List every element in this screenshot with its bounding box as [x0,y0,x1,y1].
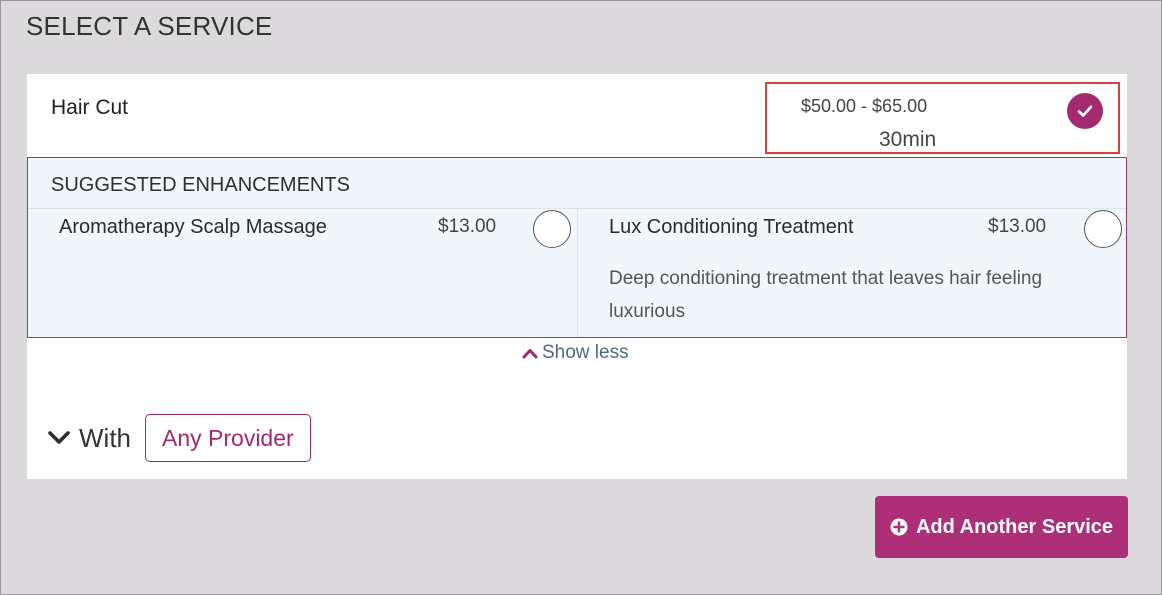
service-duration: 30min [879,128,937,151]
enhancement-description: Deep conditioning treatment that leaves … [609,268,1043,322]
suggested-enhancements-panel: SUGGESTED ENHANCEMENTS Aromatherapy Scal… [27,157,1127,338]
with-label: With [79,422,131,453]
add-another-service-label: Add Another Service [915,515,1114,538]
chevron-down-icon[interactable] [47,429,71,447]
chevron-up-icon [522,349,538,359]
enhancement-price: $13.00 [988,216,1047,237]
any-provider-button[interactable]: Any Provider [145,414,311,462]
enhancement-name: Lux Conditioning Treatment [609,216,854,238]
enhancements-column-divider [577,209,578,337]
provider-row: With Any Provider [47,414,311,462]
add-another-service-button[interactable]: Add Another Service [875,496,1128,558]
show-less-label: Show less [542,342,629,363]
service-selected-checkbox[interactable] [1067,93,1103,129]
enhancement-select-radio[interactable] [533,210,571,248]
plus-circle-icon [890,518,908,536]
checkmark-icon [1077,105,1093,117]
page-title: SELECT A SERVICE [26,11,273,41]
show-less-link[interactable]: Show less [522,342,629,364]
enhancement-name: Aromatherapy Scalp Massage [59,216,327,238]
service-card: Hair Cut $50.00 - $65.00 30min SUGGESTED… [27,74,1127,479]
service-name: Hair Cut [51,96,129,119]
service-price-range: $50.00 - $65.00 [801,96,928,116]
price-highlight-box: $50.00 - $65.00 30min [765,82,1120,154]
enhancement-select-radio[interactable] [1084,210,1122,248]
enhancement-price: $13.00 [438,216,497,237]
enhancements-title: SUGGESTED ENHANCEMENTS [51,174,350,196]
